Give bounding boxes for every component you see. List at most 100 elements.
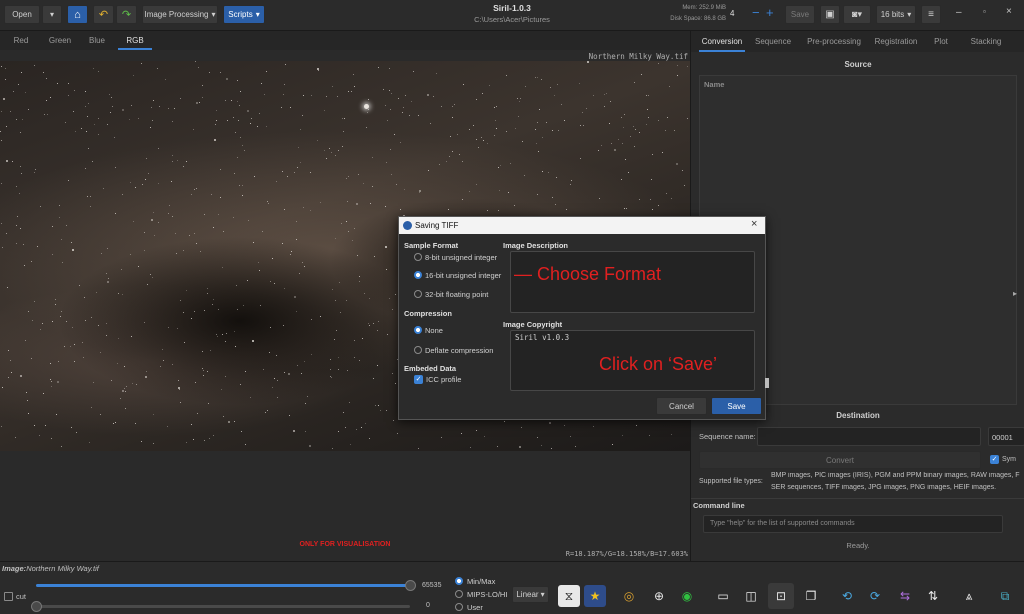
scripts-menu[interactable]: Scripts ▾: [223, 5, 265, 24]
scrollbar-handle[interactable]: [765, 378, 769, 388]
minimize-icon[interactable]: –: [956, 7, 962, 18]
hamburger-menu-button[interactable]: ≡: [921, 5, 941, 24]
format-16bit-radio[interactable]: [414, 271, 422, 279]
home-button[interactable]: ⌂: [67, 5, 88, 24]
rotate-left-icon[interactable]: ⟲: [836, 585, 858, 607]
copy-icon[interactable]: ❐: [800, 585, 822, 607]
display-mode-icon[interactable]: ▭: [712, 585, 734, 607]
stretch-dropdown[interactable]: Linear ▾: [512, 586, 549, 603]
color-saturation-icon[interactable]: ◫: [740, 585, 762, 607]
convert-button[interactable]: Convert: [699, 451, 981, 469]
tab-green[interactable]: Green: [44, 31, 76, 50]
redo-button[interactable]: ↷: [116, 5, 137, 24]
mode-mips-radio[interactable]: [455, 590, 463, 598]
star: [469, 191, 470, 192]
astrometry-globe-icon[interactable]: ⊕: [648, 585, 670, 607]
tab-registration[interactable]: Registration: [871, 31, 921, 52]
star: [91, 407, 92, 408]
tab-conversion[interactable]: Conversion: [699, 31, 745, 52]
star: [259, 270, 260, 271]
star: [100, 352, 101, 353]
star: [162, 349, 163, 350]
min-slider-handle[interactable]: [31, 601, 42, 612]
snapshot-button[interactable]: ▣: [820, 5, 840, 24]
recent-dropdown-button[interactable]: ▾: [42, 5, 62, 24]
mode-minmax-radio[interactable]: [455, 577, 463, 585]
min-slider-track[interactable]: [36, 605, 410, 608]
sequence-name-input[interactable]: [757, 427, 981, 446]
sequence-start-input[interactable]: 00001: [988, 427, 1024, 446]
chevron-down-icon: ▾: [255, 10, 260, 19]
save-button[interactable]: Save: [711, 397, 762, 415]
undo-button[interactable]: ↶: [93, 5, 114, 24]
tab-rgb[interactable]: RGB: [118, 31, 152, 50]
compression-none-radio[interactable]: [414, 326, 422, 334]
photo-menu-button[interactable]: ◙▾: [843, 5, 871, 24]
format-8bit-radio[interactable]: [414, 253, 422, 261]
star: [284, 288, 285, 289]
target-icon[interactable]: ◉: [676, 585, 698, 607]
max-slider-track[interactable]: [36, 584, 410, 587]
compression-none-label: None: [425, 326, 443, 335]
star: [345, 427, 346, 428]
star: [15, 437, 16, 438]
rotate-right-icon[interactable]: ⟳: [864, 585, 886, 607]
mirror-y-icon[interactable]: ⇅: [922, 585, 944, 607]
threads-value[interactable]: 4: [730, 9, 734, 18]
close-window-icon[interactable]: ×: [1006, 6, 1012, 17]
invert-icon[interactable]: ⧖: [558, 585, 580, 607]
star: [207, 371, 208, 372]
star: [489, 85, 490, 86]
tab-sequence[interactable]: Sequence: [753, 31, 793, 52]
star-finder-icon[interactable]: ★: [584, 585, 606, 607]
star: [331, 152, 332, 153]
tab-plot[interactable]: Plot: [929, 31, 953, 52]
command-input[interactable]: Type "help" for the list of supported co…: [703, 515, 1003, 533]
star: [151, 107, 152, 108]
minus-icon[interactable]: −: [752, 5, 760, 20]
star: [320, 202, 321, 203]
star: [16, 243, 17, 244]
close-icon[interactable]: ×: [751, 218, 757, 230]
maximize-icon[interactable]: ▫: [983, 7, 986, 16]
save-toolbar-button[interactable]: Save: [785, 5, 815, 24]
tab-blue[interactable]: Blue: [82, 31, 112, 50]
star: [2, 387, 3, 388]
star: [396, 184, 397, 185]
mirror-x-icon[interactable]: ⇆: [894, 585, 916, 607]
cut-checkbox[interactable]: [4, 592, 13, 601]
star: [566, 209, 567, 210]
panels-icon[interactable]: ⧉: [994, 585, 1016, 607]
symlink-checkbox[interactable]: ✓: [990, 455, 999, 464]
bit-depth-menu[interactable]: 16 bits ▾: [876, 5, 916, 24]
star: [46, 78, 47, 79]
star: [18, 84, 19, 85]
max-slider-handle[interactable]: [405, 580, 416, 591]
star: [296, 221, 297, 222]
star: [152, 120, 153, 121]
image-processing-menu[interactable]: Image Processing ▾: [142, 5, 218, 24]
star: [196, 102, 198, 104]
star: [216, 120, 217, 121]
photometry-icon[interactable]: ◎: [618, 585, 640, 607]
star: [125, 408, 126, 409]
star: [50, 363, 51, 364]
tab-preprocessing[interactable]: Pre-processing: [803, 31, 865, 52]
mode-user-radio[interactable]: [455, 603, 463, 611]
zoom-fit-icon[interactable]: ⊡: [768, 583, 794, 609]
histogram-icon[interactable]: ⩓: [958, 585, 980, 607]
tab-stacking[interactable]: Stacking: [965, 31, 1007, 52]
format-32bit-radio[interactable]: [414, 290, 422, 298]
plus-icon[interactable]: +: [766, 5, 774, 20]
star: [624, 114, 625, 115]
name-column-header[interactable]: Name: [704, 80, 724, 89]
star: [21, 72, 22, 73]
icc-profile-checkbox[interactable]: ✓: [414, 375, 423, 384]
cancel-button[interactable]: Cancel: [656, 397, 707, 415]
open-button[interactable]: Open: [4, 5, 40, 24]
star: [72, 327, 73, 328]
compression-deflate-radio[interactable]: [414, 346, 422, 354]
panel-expand-arrow-icon[interactable]: ▸: [1013, 289, 1017, 298]
star: [389, 90, 390, 91]
tab-red[interactable]: Red: [6, 31, 36, 50]
